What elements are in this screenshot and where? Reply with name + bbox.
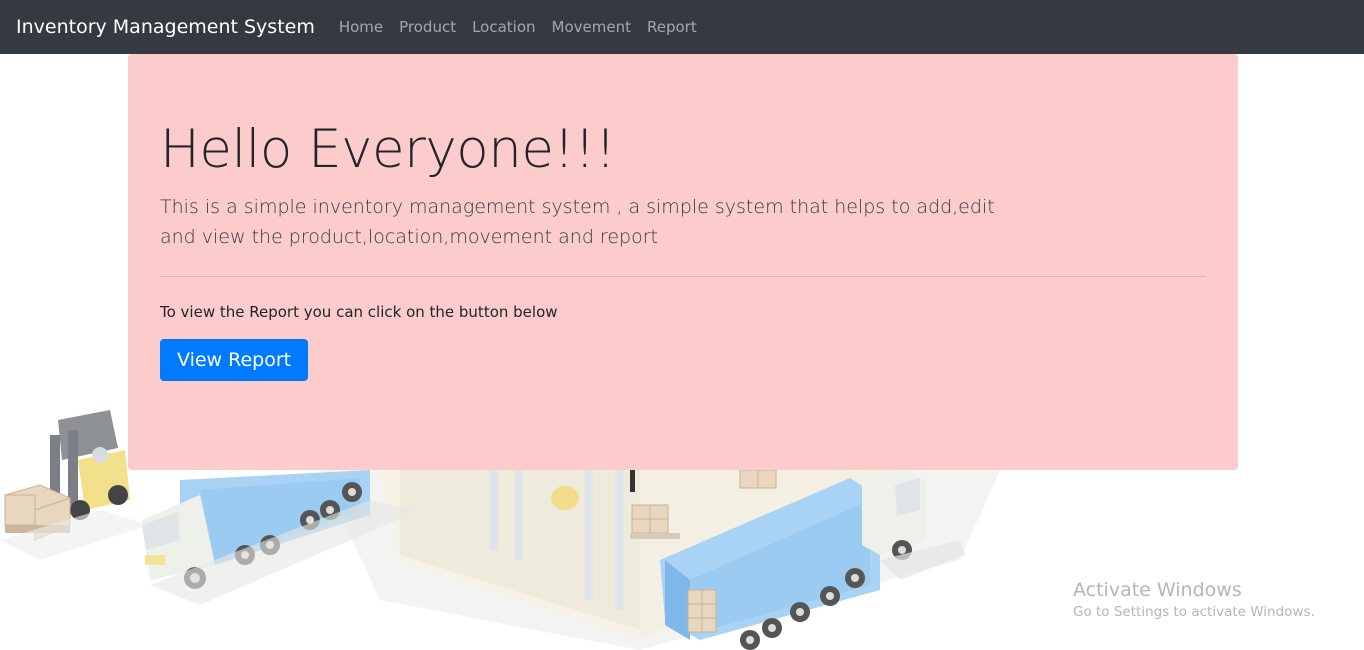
hero-heading: Hello Everyone!!! bbox=[160, 119, 616, 180]
nav-link-home[interactable]: Home bbox=[331, 18, 391, 36]
hero-jumbotron: Hello Everyone!!! This is a simple inven… bbox=[128, 54, 1238, 470]
navbar-brand[interactable]: Inventory Management System bbox=[16, 16, 315, 38]
view-report-button[interactable]: View Report bbox=[160, 338, 309, 381]
hero-divider bbox=[160, 275, 1206, 277]
report-info-text: To view the Report you can click on the … bbox=[160, 302, 558, 321]
watermark-subtitle: Go to Settings to activate Windows. bbox=[1073, 604, 1315, 620]
nav-link-report[interactable]: Report bbox=[639, 18, 705, 36]
navbar: Inventory Management System Home Product… bbox=[0, 0, 1364, 54]
watermark-title: Activate Windows bbox=[1073, 579, 1242, 601]
nav-link-product[interactable]: Product bbox=[391, 18, 464, 36]
activate-windows-watermark: Activate Windows Go to Settings to activ… bbox=[1073, 578, 1315, 622]
nav-link-location[interactable]: Location bbox=[464, 18, 543, 36]
nav-link-movement[interactable]: Movement bbox=[544, 18, 639, 36]
hero-lead: This is a simple inventory management sy… bbox=[160, 195, 995, 248]
